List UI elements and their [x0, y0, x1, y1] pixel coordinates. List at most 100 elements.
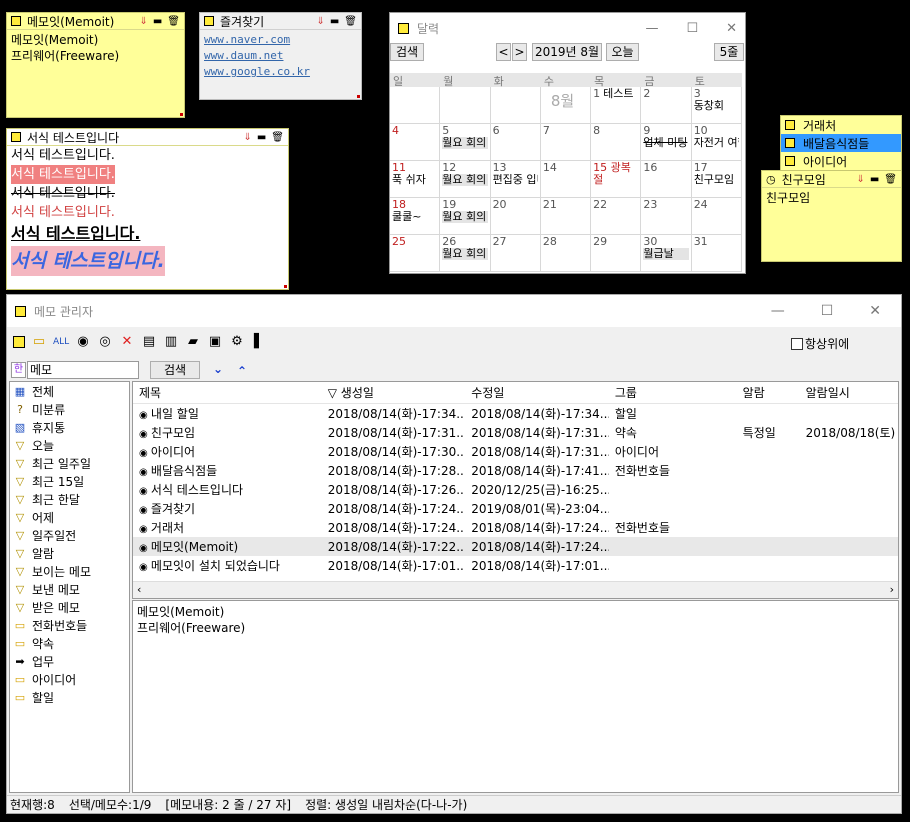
memo-window-format-test[interactable]: 서식 테스트입니다 ⇓ ▬ 🗑 서식 테스트입니다. 서식 테스트입니다. 서식… — [6, 128, 289, 290]
calendar-day-cell[interactable]: 15 광복절 — [591, 161, 642, 198]
calendar-day-cell[interactable]: 17 친구모임 — [691, 161, 742, 198]
column-header[interactable]: 그룹 — [609, 384, 737, 401]
tree-item[interactable]: ▽ 받은 메모 — [10, 598, 129, 616]
minimize-icon[interactable]: ▬ — [870, 174, 879, 185]
calendar-day-cell[interactable]: 12 월요 회의 — [440, 161, 491, 198]
minimize-icon[interactable]: — — [645, 21, 658, 36]
manager-titlebar[interactable]: 메모 관리자 — ☐ ✕ — [7, 295, 901, 327]
tree-item[interactable]: ▽ 최근 일주일 — [10, 454, 129, 472]
tree-item[interactable]: ▭ 아이디어 — [10, 670, 129, 688]
calendar-day-cell[interactable]: 9 업체 미팅 — [641, 124, 692, 161]
calendar-titlebar[interactable]: 달력 — ☐ ✕ — [390, 13, 745, 43]
calendar-day-cell[interactable]: 5 월요 회의 — [440, 124, 491, 161]
visibility-eye-icon[interactable]: ◉ — [139, 562, 151, 573]
memo-color-icon[interactable] — [11, 16, 21, 26]
visibility-eye-icon[interactable]: ◉ — [139, 429, 151, 440]
pin-icon[interactable]: ⇓ — [856, 174, 864, 185]
search-input[interactable]: 메모 — [27, 361, 139, 379]
search-prev-icon[interactable]: ⌃ — [237, 364, 247, 378]
ime-indicator[interactable]: 한 — [11, 362, 26, 378]
delete-icon[interactable]: 🗑 — [167, 16, 180, 27]
tree-item[interactable]: ▭ 약속 — [10, 634, 129, 652]
search-next-icon[interactable]: ⌄ — [213, 362, 223, 376]
table-row[interactable]: ◉ 서식 테스트입니다 2018/08/14(화)-17:26... 2020/12… — [133, 480, 898, 499]
calendar-day-cell[interactable]: 14 — [540, 161, 592, 198]
visibility-eye-icon[interactable]: ◉ — [139, 543, 151, 554]
calendar-event[interactable]: 월요 회의 — [442, 248, 488, 260]
group-item[interactable]: 거래처 — [781, 116, 901, 134]
visibility-eye-icon[interactable]: ◉ — [139, 467, 151, 478]
tree-item[interactable]: ▽ 오늘 — [10, 436, 129, 454]
pin-icon[interactable]: ⇓ — [243, 132, 251, 143]
scroll-right-icon[interactable]: › — [890, 583, 894, 596]
calendar-day-cell[interactable]: 4 — [390, 124, 441, 161]
hide-memo-icon[interactable]: ◎ — [97, 334, 113, 350]
tree-item[interactable]: ? 미분류 — [10, 400, 129, 418]
resize-grip[interactable] — [284, 285, 287, 288]
calendar-event[interactable]: 월요 회의 — [442, 174, 488, 186]
checkbox-box[interactable] — [791, 337, 803, 350]
visibility-eye-icon[interactable]: ◉ — [139, 448, 151, 459]
link-google[interactable]: www.google.co.kr — [204, 64, 357, 80]
resize-grip[interactable] — [357, 95, 360, 98]
memo-color-icon[interactable] — [204, 16, 214, 26]
calendar-day-cell[interactable]: 27 — [490, 235, 541, 272]
print-icon[interactable]: ▰ — [185, 334, 201, 350]
calendar-day-cell[interactable]: 18 쿨쿨~ — [390, 198, 441, 235]
prev-month-button[interactable]: < — [496, 43, 511, 61]
tree-item[interactable]: ▽ 보낸 메모 — [10, 580, 129, 598]
table-row[interactable]: ◉ 내일 할일 2018/08/14(화)-17:34... 2018/08/14(… — [133, 404, 898, 423]
close-icon[interactable]: ✕ — [726, 21, 737, 36]
tree-item[interactable]: ▦ 전체 — [10, 382, 129, 400]
import-icon[interactable]: ▥ — [163, 334, 179, 350]
scroll-left-icon[interactable]: ‹ — [137, 583, 141, 596]
memo-body[interactable]: 서식 테스트입니다. 서식 테스트입니다. 서식 테스트입니다. 서식 테스트입… — [7, 146, 288, 276]
calendar-day-cell[interactable]: 20 — [490, 198, 541, 235]
calendar-event[interactable]: 테스트 — [603, 87, 633, 100]
calendar-event[interactable]: 월급날 — [643, 248, 689, 260]
new-memo-icon[interactable] — [13, 336, 25, 348]
memo-window-favorites[interactable]: 즐겨찾기 ⇓ ▬ 🗑 www.naver.com www.daum.net ww… — [199, 12, 362, 100]
calendar-day-cell[interactable] — [390, 87, 441, 124]
memo-preview[interactable]: 메모잇(Memoit) 프리웨어(Freeware) — [132, 600, 899, 793]
calendar-day-cell[interactable]: 30 월급날 — [641, 235, 692, 272]
link-daum[interactable]: www.daum.net — [204, 48, 357, 64]
memo-titlebar[interactable]: 메모잇(Memoit) ⇓ ▬ 🗑 — [7, 13, 184, 30]
tree-item[interactable]: ▭ 할일 — [10, 688, 129, 706]
maximize-icon[interactable]: ☐ — [686, 21, 698, 36]
column-header[interactable]: 알람일시 — [800, 384, 898, 401]
calendar-window[interactable]: 달력 — ☐ ✕ 검색 < > 2019년 8월 오늘 5줄 일 월 화 수 목 금 토 8… — [389, 12, 746, 274]
calendar-event[interactable]: 푹 쉬자 — [392, 174, 437, 186]
exit-icon[interactable]: ▌ — [251, 334, 267, 350]
visibility-eye-icon[interactable]: ◉ — [139, 505, 151, 516]
always-on-top-checkbox[interactable]: 항상위에 — [791, 335, 849, 352]
memo-body[interactable]: www.naver.com www.daum.net www.google.co… — [200, 30, 361, 82]
tree-item[interactable]: ▽ 알람 — [10, 544, 129, 562]
maximize-icon[interactable]: ☐ — [821, 303, 834, 319]
visibility-eye-icon[interactable]: ◉ — [139, 410, 151, 421]
delete-icon[interactable]: 🗑 — [271, 132, 284, 143]
link-naver[interactable]: www.naver.com — [204, 32, 357, 48]
save-icon[interactable]: ▣ — [207, 334, 223, 350]
calendar-day-cell[interactable]: 7 — [540, 124, 592, 161]
calendar-event[interactable]: 업체 미팅 — [643, 137, 688, 149]
memo-body[interactable]: 친구모임 — [762, 188, 901, 208]
resize-grip[interactable] — [180, 113, 183, 116]
calendar-event[interactable]: 편집중 입니다 — [493, 174, 538, 186]
calendar-event[interactable]: 동창회 — [694, 100, 739, 112]
minimize-icon[interactable]: ▬ — [330, 16, 339, 27]
calendar-event[interactable]: 친구모임 — [694, 174, 739, 186]
table-row[interactable]: ◉ 배달음식점들 2018/08/14(화)-17:28... 2018/08/14… — [133, 461, 898, 480]
calendar-event[interactable]: 월요 회의 — [442, 211, 488, 223]
calendar-day-cell[interactable]: 8 — [591, 124, 642, 161]
show-all-icon[interactable]: ALL — [53, 334, 69, 350]
visibility-eye-icon[interactable]: ◉ — [139, 524, 151, 535]
table-row[interactable]: ◉ 거래처 2018/08/14(화)-17:24... 2018/08/14(화)… — [133, 518, 898, 537]
minimize-icon[interactable]: ▬ — [257, 132, 266, 143]
calendar-day-cell[interactable]: 26 월요 회의 — [440, 235, 491, 272]
calendar-day-cell[interactable] — [490, 87, 541, 124]
table-row[interactable]: ◉ 메모잇(Memoit) 2018/08/14(화)-17:22... 2018/… — [133, 537, 898, 556]
tree-item[interactable]: ▧ 휴지통 — [10, 418, 129, 436]
memo-window-friends[interactable]: ◷ 친구모임 ⇓ ▬ 🗑 친구모임 — [761, 170, 902, 262]
table-row[interactable]: ◉ 메모잇이 설치 되었습니다 2018/08/14(화)-17:01... 201… — [133, 556, 898, 575]
